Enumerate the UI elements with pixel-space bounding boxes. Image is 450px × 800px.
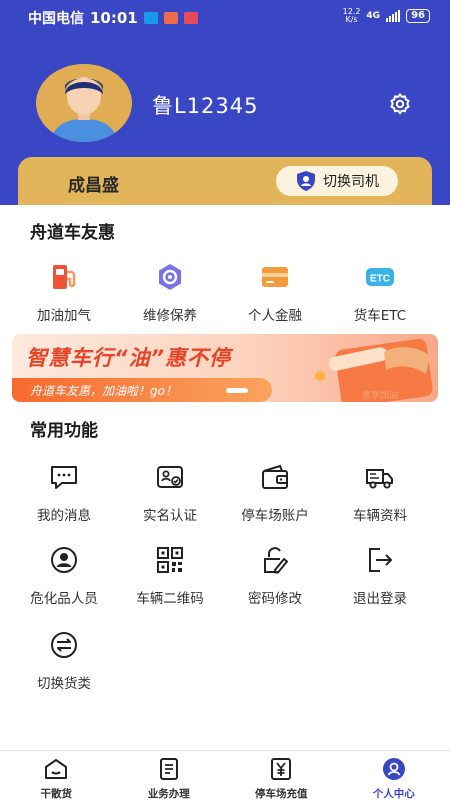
gear-icon[interactable]	[388, 92, 412, 116]
tab-parking-recharge[interactable]: 停车场充值	[225, 751, 338, 800]
tab-label: 干散货	[40, 788, 73, 800]
benefit-fuel[interactable]: 加油加气	[14, 262, 114, 324]
bottom-tab-bar: 干散货 业务办理 停车场充值 个人中心	[0, 750, 450, 800]
banner-subtext: 舟道车友惠，加油啦！go！	[30, 384, 177, 398]
license-plate: 鲁L12345	[152, 94, 259, 118]
wallet-icon	[262, 464, 288, 489]
navigation-notification-icon	[143, 12, 158, 24]
function-label: 实名认证	[143, 508, 197, 524]
benefits-title: 舟道车友惠	[30, 223, 115, 243]
change-password[interactable]: 密码修改	[225, 545, 325, 607]
svg-text:ETC: ETC	[370, 274, 390, 285]
chat-notification-icon	[163, 12, 178, 24]
fuel-pump-icon	[53, 265, 76, 289]
wallet-card-icon	[262, 267, 288, 287]
network-type: 4G	[366, 11, 381, 21]
benefit-label: 货车ETC	[353, 308, 407, 324]
app-notification-icon	[183, 12, 198, 24]
function-label: 危化品人员	[30, 591, 98, 607]
person-icon	[51, 547, 77, 573]
status-bar: 中国电信 10:01 12.2 K/s 4G 96	[0, 0, 450, 34]
tab-bulk-cargo[interactable]: 干散货	[0, 751, 113, 800]
hazmat-personnel[interactable]: 危化品人员	[14, 545, 114, 607]
truck-icon	[366, 469, 393, 489]
vehicle-info[interactable]: 车辆资料	[330, 462, 430, 524]
tab-label: 停车场充值	[255, 788, 308, 800]
banner-headline: 智慧车行“油”惠不停	[26, 346, 232, 370]
my-messages[interactable]: 我的消息	[14, 462, 114, 524]
benefit-label: 维修保养	[143, 308, 197, 324]
common-functions-title: 常用功能	[30, 421, 98, 441]
lock-edit-icon	[264, 547, 288, 574]
driver-name: 成昌盛	[68, 176, 119, 196]
benefit-maintenance[interactable]: 维修保养	[120, 262, 220, 324]
banner-art-text: 惠享加油	[362, 391, 399, 401]
avatar[interactable]	[36, 64, 132, 142]
home-icon	[45, 759, 68, 779]
benefit-etc[interactable]: ETC 货车ETC	[330, 262, 430, 324]
qr-code-icon	[157, 547, 183, 573]
message-icon	[51, 466, 77, 489]
document-icon	[159, 758, 178, 780]
yen-icon	[271, 758, 292, 780]
banner-indicator	[226, 388, 248, 393]
switch-cargo-type[interactable]: 切换货类	[14, 630, 114, 692]
user-icon	[382, 758, 405, 780]
tab-personal-center[interactable]: 个人中心	[338, 751, 450, 800]
function-label: 我的消息	[37, 508, 91, 524]
switch-driver-label: 切换司机	[323, 174, 379, 190]
network-speed: 12.2 K/s	[343, 8, 361, 24]
etc-icon: ETC	[366, 268, 394, 286]
shield-user-icon	[297, 171, 315, 191]
vehicle-qr-code[interactable]: 车辆二维码	[120, 545, 220, 607]
function-label: 密码修改	[248, 591, 302, 607]
logout[interactable]: 退出登录	[330, 545, 430, 607]
maintenance-gear-icon	[159, 264, 181, 290]
logout-icon	[369, 548, 392, 572]
network-speed-unit: K/s	[345, 15, 358, 24]
function-label: 车辆二维码	[136, 591, 204, 607]
carrier-name: 中国电信	[28, 11, 84, 27]
swap-icon	[51, 632, 77, 658]
function-label: 切换货类	[37, 676, 91, 692]
parking-account[interactable]: 停车场账户	[225, 462, 325, 524]
id-card-icon	[157, 466, 183, 488]
function-label: 退出登录	[353, 591, 407, 607]
tab-label: 个人中心	[372, 788, 415, 800]
tab-business[interactable]: 业务办理	[113, 751, 226, 800]
real-name-auth[interactable]: 实名认证	[120, 462, 220, 524]
switch-driver-button[interactable]: 切换司机	[276, 166, 398, 196]
tab-label: 业务办理	[147, 788, 190, 800]
promo-banner[interactable]: 智慧车行“油”惠不停 舟道车友惠，加油啦！go！ 惠享加油	[12, 334, 438, 402]
driver-avatar-icon	[50, 77, 118, 142]
signal-icon	[386, 10, 401, 22]
function-label: 停车场账户	[241, 508, 309, 524]
benefit-label: 加油加气	[37, 308, 91, 324]
benefit-finance[interactable]: 个人金融	[225, 262, 325, 324]
clock-time: 10:01	[90, 9, 138, 27]
benefit-label: 个人金融	[248, 308, 302, 324]
battery-level: 96	[406, 9, 430, 23]
function-label: 车辆资料	[353, 508, 407, 524]
